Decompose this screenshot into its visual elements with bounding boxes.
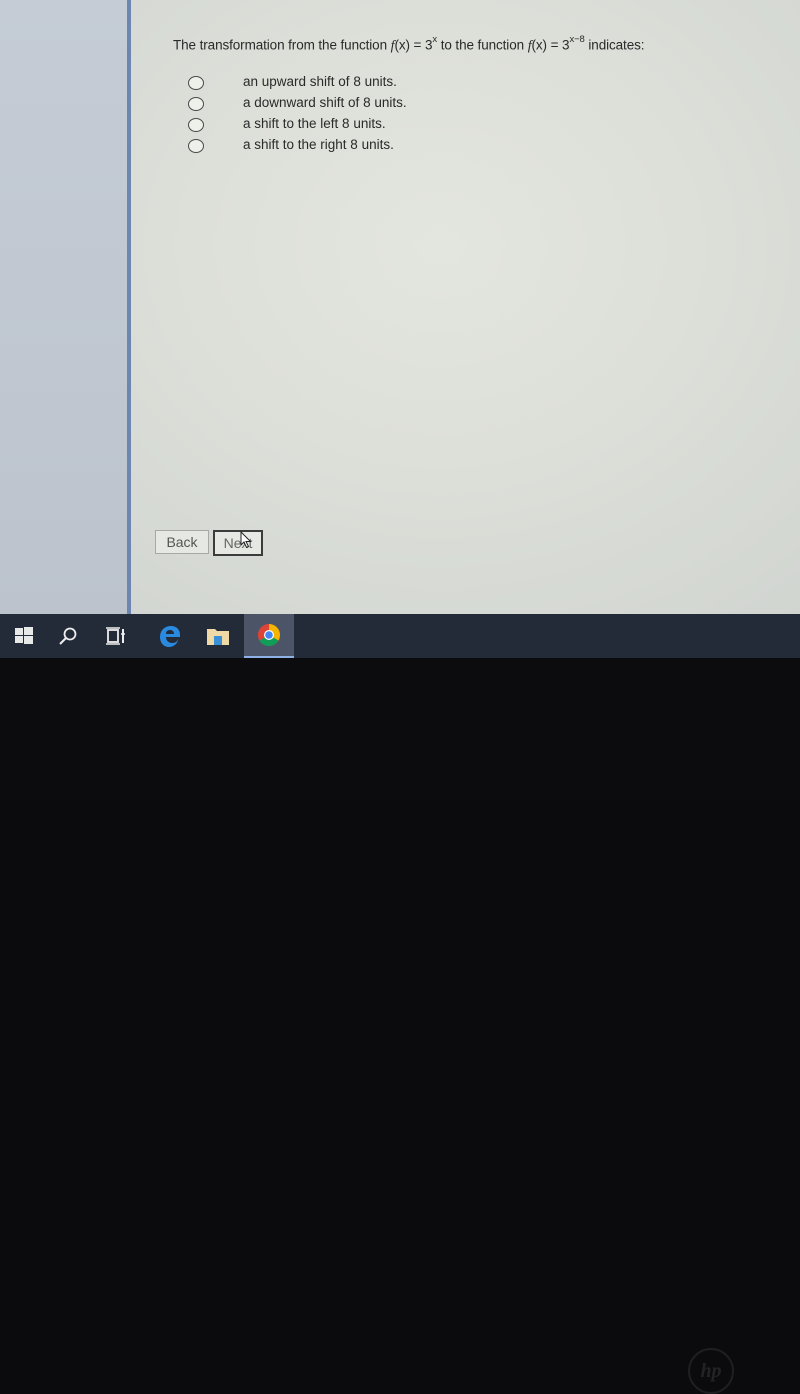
radio-button[interactable] [188, 76, 204, 90]
question-middle: to the function [437, 37, 528, 53]
monitor-bezel: hp [0, 658, 800, 1394]
option-label[interactable]: a downward shift of 8 units. [243, 95, 407, 110]
edge-taskbar-button[interactable] [146, 614, 194, 658]
function-exponent: x−8 [569, 34, 585, 45]
chrome-taskbar-button[interactable] [244, 614, 294, 658]
function-exponent: x [432, 34, 438, 45]
back-button[interactable]: Back [155, 530, 209, 554]
question-suffix: indicates: [584, 37, 645, 53]
browser-content-area: The transformation from the function f(x… [0, 0, 800, 615]
windows-taskbar [0, 614, 800, 658]
search-icon [59, 627, 77, 645]
function-arg: (x) [394, 37, 410, 53]
question-prefix: The transformation from the function [173, 37, 391, 53]
task-view-button[interactable] [92, 614, 140, 658]
function-eq: = 3 [546, 37, 570, 53]
mouse-cursor-icon [240, 531, 252, 549]
left-sidebar-panel [0, 0, 127, 615]
hp-logo: hp [688, 1348, 734, 1394]
radio-button[interactable] [188, 118, 204, 132]
function-eq: = 3 [409, 37, 433, 53]
folder-icon [207, 629, 229, 645]
question-text: The transformation from the function f(x… [173, 34, 645, 55]
windows-logo-icon [15, 627, 33, 644]
radio-button[interactable] [188, 97, 204, 111]
option-label[interactable]: an upward shift of 8 units. [243, 74, 397, 89]
start-button[interactable] [0, 614, 48, 658]
next-button[interactable]: Next [213, 530, 263, 556]
chrome-browser-icon [258, 624, 280, 646]
search-button[interactable] [44, 614, 92, 658]
radio-button[interactable] [188, 139, 204, 153]
option-label[interactable]: a shift to the left 8 units. [243, 116, 386, 131]
option-label[interactable]: a shift to the right 8 units. [243, 137, 394, 152]
task-view-icon [106, 627, 125, 645]
function-arg: (x) [531, 37, 547, 53]
sidebar-divider [127, 0, 131, 615]
edge-browser-icon [160, 626, 180, 647]
file-explorer-button[interactable] [194, 614, 242, 658]
